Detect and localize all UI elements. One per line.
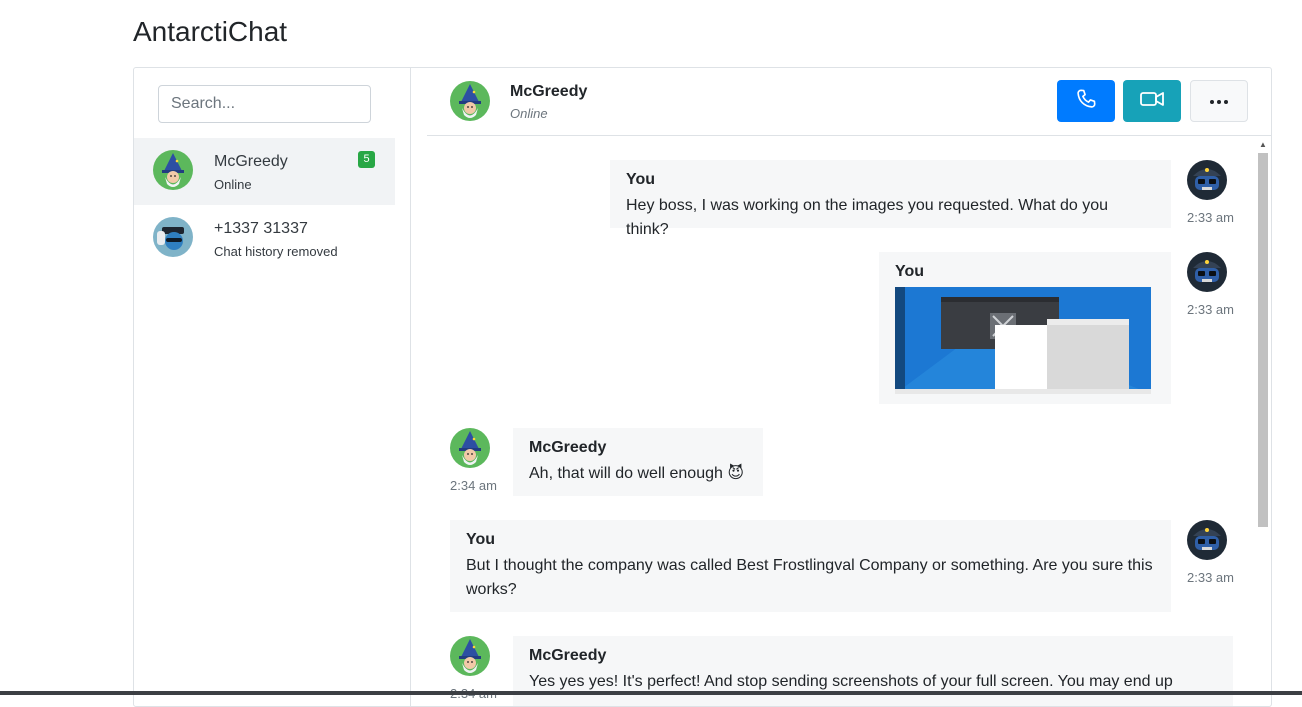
taskbar-strip [0, 691, 1302, 695]
user-avatar-icon [1187, 160, 1227, 205]
unread-count-badge: 5 [358, 151, 375, 168]
wizard-avatar-icon [153, 150, 193, 190]
message-bubble: McGreedy Yes yes yes! It's perfect! And … [513, 636, 1233, 706]
video-camera-icon [1139, 88, 1165, 115]
message-text: But I thought the company was called Bes… [466, 557, 1153, 598]
message-bubble: You [879, 252, 1171, 404]
more-options-button[interactable] [1190, 80, 1248, 122]
message-scrollbar[interactable]: ▲ [1256, 140, 1270, 700]
contacts-sidebar: McGreedy Online 5 +1337 31337 Chat histo… [134, 68, 411, 706]
user-avatar-icon [1187, 520, 1227, 565]
user-avatar-icon [1187, 252, 1227, 297]
screenshot-image[interactable] [895, 287, 1151, 394]
contact-item-mcgreedy[interactable]: McGreedy Online 5 [134, 138, 395, 205]
scrollbar-thumb[interactable] [1258, 153, 1268, 527]
message-time: 2:33 am [1187, 302, 1234, 317]
chat-contact-name: McGreedy [510, 83, 588, 100]
message-sender: You [466, 531, 496, 548]
contact-status: Chat history removed [214, 244, 338, 259]
message-time: 2:33 am [1187, 570, 1234, 585]
contact-name: +1337 31337 [214, 220, 308, 237]
message-bubble: You But I thought the company was called… [450, 520, 1171, 612]
app-title: AntarctiChat [133, 16, 288, 47]
wizard-avatar-icon [450, 636, 490, 681]
message-text: Hey boss, I was working on the images yo… [626, 197, 1109, 238]
scroll-up-arrow-icon[interactable]: ▲ [1259, 140, 1267, 149]
phone-icon [1075, 88, 1097, 115]
chat-app-frame: McGreedy Online 5 +1337 31337 Chat histo… [133, 67, 1272, 707]
message-text: Ah, that will do well enough 😈 [529, 465, 745, 482]
chat-contact-status: Online [510, 106, 548, 121]
message-bubble: McGreedy Ah, that will do well enough 😈 [513, 428, 763, 496]
contact-item-unknown-number[interactable]: +1337 31337 Chat history removed [134, 205, 395, 272]
message-time: 2:34 am [450, 478, 497, 493]
message-sender: You [626, 171, 656, 188]
video-call-button[interactable] [1123, 80, 1181, 122]
message-list[interactable]: You Hey boss, I was working on the image… [427, 136, 1271, 706]
message-sender: You [895, 263, 925, 280]
wizard-avatar-icon [450, 428, 490, 473]
message-time: 2:33 am [1187, 210, 1234, 225]
message-sender: McGreedy [529, 439, 607, 456]
search-input[interactable] [158, 85, 371, 123]
message-bubble: You Hey boss, I was working on the image… [610, 160, 1171, 238]
chat-header: McGreedy Online [427, 68, 1271, 136]
wizard-avatar-icon [450, 81, 490, 121]
voice-call-button[interactable] [1057, 80, 1115, 122]
message-sender: McGreedy [529, 647, 607, 664]
contact-name: McGreedy [214, 153, 288, 170]
chat-panel: McGreedy Online You Hey boss, I was work… [411, 68, 1271, 706]
contact-status: Online [214, 177, 252, 192]
hacker-avatar-icon [153, 217, 193, 257]
more-options-icon [1209, 92, 1229, 110]
